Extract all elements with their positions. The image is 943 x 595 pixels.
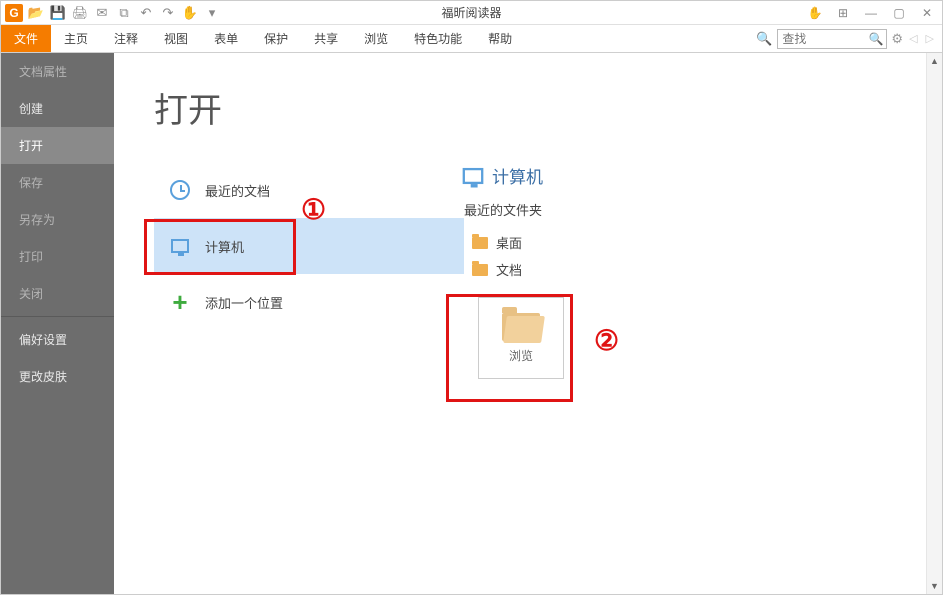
tab-special[interactable]: 特色功能	[401, 25, 475, 52]
location-computer[interactable]: 计算机	[154, 218, 464, 274]
folder-desktop[interactable]: 桌面	[464, 229, 942, 256]
vertical-scrollbar[interactable]: ▲ ▼	[926, 53, 942, 594]
browse-button-label: 浏览	[509, 347, 533, 364]
monitor-icon	[171, 239, 189, 253]
folder-open-icon	[502, 313, 540, 341]
tab-annotate[interactable]: 注释	[101, 25, 151, 52]
sidebar-item-save[interactable]: 保存	[1, 164, 114, 201]
find-icon[interactable]: 🔍	[755, 30, 773, 48]
prev-result-icon[interactable]: ◁	[907, 32, 919, 45]
window-title: 福昕阅读器	[441, 4, 501, 21]
sidebar-item-saveas[interactable]: 另存为	[1, 201, 114, 238]
location-recent-docs[interactable]: 最近的文档	[154, 162, 464, 218]
sidebar-item-skin[interactable]: 更改皮肤	[1, 358, 114, 395]
sidebar-item-properties[interactable]: 文档属性	[1, 53, 114, 90]
folder-icon	[472, 237, 488, 249]
title-bar: G 📂 💾 🖨 ✉ ⧉ ↶ ↷ ✋ ▾ 福昕阅读器 ✋ ⊞ — ▢ ✕	[1, 1, 942, 25]
main-area: 文档属性 创建 打开 保存 另存为 打印 关闭 偏好设置 更改皮肤 打开 最近的…	[1, 53, 942, 594]
file-sidebar: 文档属性 创建 打开 保存 另存为 打印 关闭 偏好设置 更改皮肤	[1, 53, 114, 594]
sidebar-item-close[interactable]: 关闭	[1, 275, 114, 312]
qat-hand-icon[interactable]: ✋	[181, 4, 199, 22]
folder-icon	[472, 264, 488, 276]
detail-heading-label: 计算机	[492, 163, 543, 188]
sidebar-item-print[interactable]: 打印	[1, 238, 114, 275]
location-add-place[interactable]: + 添加一个位置	[154, 274, 464, 330]
tab-home[interactable]: 主页	[51, 25, 101, 52]
search-input[interactable]	[777, 29, 887, 49]
sidebar-separator	[1, 316, 114, 317]
search-settings-icon[interactable]: ⚙	[891, 31, 903, 47]
monitor-icon	[463, 167, 484, 183]
qat-redo-icon[interactable]: ↷	[159, 4, 177, 22]
minimize-button[interactable]: —	[862, 4, 880, 22]
tab-help[interactable]: 帮助	[475, 25, 525, 52]
tab-form[interactable]: 表单	[201, 25, 251, 52]
folder-desktop-label: 桌面	[496, 233, 522, 252]
qat-snap-icon[interactable]: ⧉	[115, 4, 133, 22]
location-computer-label: 计算机	[205, 237, 244, 256]
sidebar-item-preferences[interactable]: 偏好设置	[1, 321, 114, 358]
app-icon[interactable]: G	[5, 4, 23, 22]
page-title: 打开	[154, 83, 464, 132]
folder-documents-label: 文档	[496, 260, 522, 279]
tab-share[interactable]: 共享	[301, 25, 351, 52]
sidebar-item-create[interactable]: 创建	[1, 90, 114, 127]
qat-print-icon[interactable]: 🖨	[71, 4, 89, 22]
tab-browse[interactable]: 浏览	[351, 25, 401, 52]
clock-icon	[170, 180, 190, 200]
scrollbar-up-icon[interactable]: ▲	[927, 53, 942, 69]
window-controls: ✋ ⊞ — ▢ ✕	[806, 4, 936, 22]
detail-heading: 计算机	[464, 163, 942, 188]
content-area: 打开 最近的文档 计算机 + 添加一个位置 计算机 最近的文件夹 桌面	[114, 53, 942, 594]
plus-icon: +	[172, 289, 187, 315]
next-result-icon[interactable]: ▷	[924, 32, 936, 45]
tab-view[interactable]: 视图	[151, 25, 201, 52]
maximize-button[interactable]: ▢	[890, 4, 908, 22]
quick-access-toolbar: G 📂 💾 🖨 ✉ ⧉ ↶ ↷ ✋ ▾	[1, 4, 221, 22]
open-detail-column: 计算机 最近的文件夹 桌面 文档 浏览	[464, 83, 942, 594]
open-locations-column: 打开 最近的文档 计算机 + 添加一个位置	[154, 83, 464, 594]
qat-mail-icon[interactable]: ✉	[93, 4, 111, 22]
touch-mode-icon[interactable]: ✋	[806, 4, 824, 22]
scrollbar-down-icon[interactable]: ▼	[927, 578, 942, 594]
sidebar-item-open[interactable]: 打开	[1, 127, 114, 164]
browse-button[interactable]: 浏览	[478, 297, 564, 379]
qat-undo-icon[interactable]: ↶	[137, 4, 155, 22]
search-area: 🔍 🔍 ⚙ ◁ ▷	[755, 25, 942, 52]
folder-documents[interactable]: 文档	[464, 256, 942, 283]
tab-protect[interactable]: 保护	[251, 25, 301, 52]
recent-folders-label: 最近的文件夹	[464, 200, 942, 219]
ribbon-tabs: 文件 主页 注释 视图 表单 保护 共享 浏览 特色功能 帮助 🔍 🔍 ⚙ ◁ …	[1, 25, 942, 53]
location-add-place-label: 添加一个位置	[205, 293, 283, 312]
location-recent-docs-label: 最近的文档	[205, 181, 270, 200]
qat-dropdown-icon[interactable]: ▾	[203, 4, 221, 22]
tab-file[interactable]: 文件	[1, 25, 51, 52]
view-mode-icon[interactable]: ⊞	[834, 4, 852, 22]
close-button[interactable]: ✕	[918, 4, 936, 22]
qat-open-icon[interactable]: 📂	[27, 4, 45, 22]
qat-save-icon[interactable]: 💾	[49, 4, 67, 22]
